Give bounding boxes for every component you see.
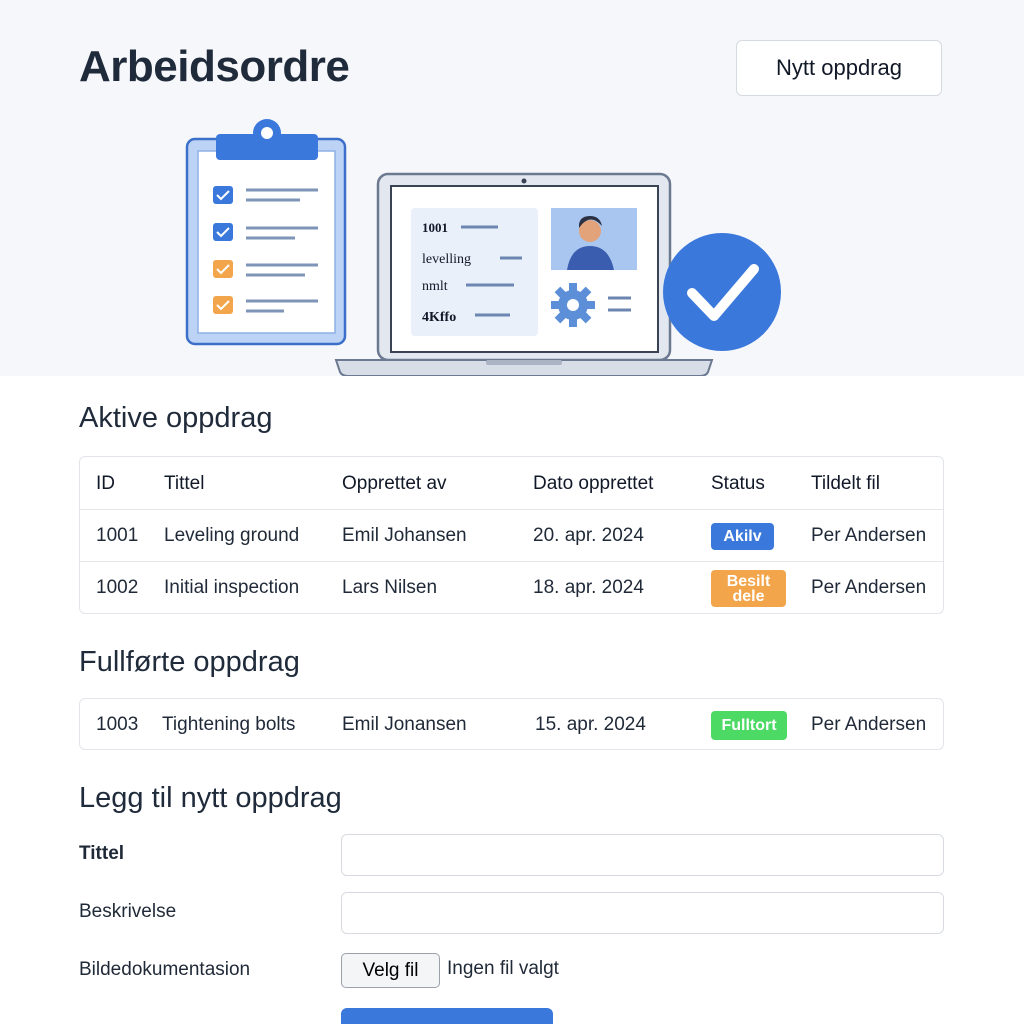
completed-table: 1003 Tightening bolts Emil Jonansen 15. … bbox=[79, 698, 944, 750]
hero-illustration: 1001 levelling nmlt 4Kffo bbox=[185, 119, 781, 376]
row-created-by: Emil Johansen bbox=[342, 525, 467, 546]
row-date: 20. apr. 2024 bbox=[533, 525, 644, 546]
check-circle-icon bbox=[663, 233, 781, 351]
title-input[interactable] bbox=[341, 834, 944, 876]
row-id: 1003 bbox=[96, 714, 139, 735]
active-section-title: Aktive oppdrag bbox=[79, 402, 273, 434]
status-badge: Besilt dele bbox=[711, 570, 786, 607]
table-header-row: ID Tittel Opprettet av Dato opprettet St… bbox=[80, 458, 943, 510]
card-line-text: levelling bbox=[422, 252, 471, 267]
row-assigned: Per Andersen bbox=[811, 525, 927, 546]
row-assigned: Per Andersen bbox=[811, 714, 927, 735]
gear-icon bbox=[551, 283, 595, 327]
clipboard-icon bbox=[185, 119, 347, 346]
table-row[interactable]: 1002 Initial inspection Lars Nilsen 18. … bbox=[80, 561, 943, 613]
row-assigned: Per Andersen bbox=[811, 577, 927, 598]
status-badge: Akilv bbox=[711, 523, 774, 550]
row-id: 1001 bbox=[96, 525, 139, 546]
column-header: Status bbox=[711, 473, 765, 494]
row-title: Leveling ground bbox=[164, 525, 300, 546]
row-created-by: Lars Nilsen bbox=[342, 577, 438, 598]
row-title: Tightening bolts bbox=[162, 714, 296, 735]
table-row[interactable]: 1003 Tightening bolts Emil Jonansen 15. … bbox=[80, 699, 943, 751]
row-date: 15. apr. 2024 bbox=[535, 714, 646, 735]
status-badge: Fulltort bbox=[711, 711, 787, 740]
column-header: Dato opprettet bbox=[533, 473, 654, 494]
card-line-text: 4Kffo bbox=[422, 310, 456, 325]
form-section-title: Legg til nytt oppdrag bbox=[79, 782, 342, 814]
row-created-by: Emil Jonansen bbox=[342, 714, 467, 735]
row-title: Initial inspection bbox=[164, 577, 300, 598]
table-row[interactable]: 1001 Leveling ground Emil Johansen 20. a… bbox=[80, 509, 943, 561]
submit-button[interactable] bbox=[341, 1008, 553, 1024]
file-status-text: Ingen fil valgt bbox=[447, 958, 559, 979]
image-field-label: Bildedokumentasion bbox=[79, 959, 251, 980]
description-input[interactable] bbox=[341, 892, 944, 934]
row-id: 1002 bbox=[96, 577, 139, 598]
active-table: ID Tittel Opprettet av Dato opprettet St… bbox=[79, 456, 944, 614]
choose-file-button[interactable]: Velg fil bbox=[341, 953, 440, 988]
card-line-text: nmlt bbox=[422, 279, 448, 294]
description-field-label: Beskrivelse bbox=[79, 901, 177, 922]
completed-section-title: Fullførte oppdrag bbox=[79, 646, 300, 678]
column-header: ID bbox=[96, 473, 115, 494]
card-line-text: 1001 bbox=[422, 220, 448, 235]
column-header: Tittel bbox=[164, 473, 205, 494]
column-header: Tildelt fil bbox=[811, 473, 880, 494]
row-date: 18. apr. 2024 bbox=[533, 577, 644, 598]
column-header: Opprettet av bbox=[342, 473, 447, 494]
laptop-icon: 1001 levelling nmlt 4Kffo bbox=[334, 172, 714, 376]
title-field-label: Tittel bbox=[79, 843, 125, 864]
